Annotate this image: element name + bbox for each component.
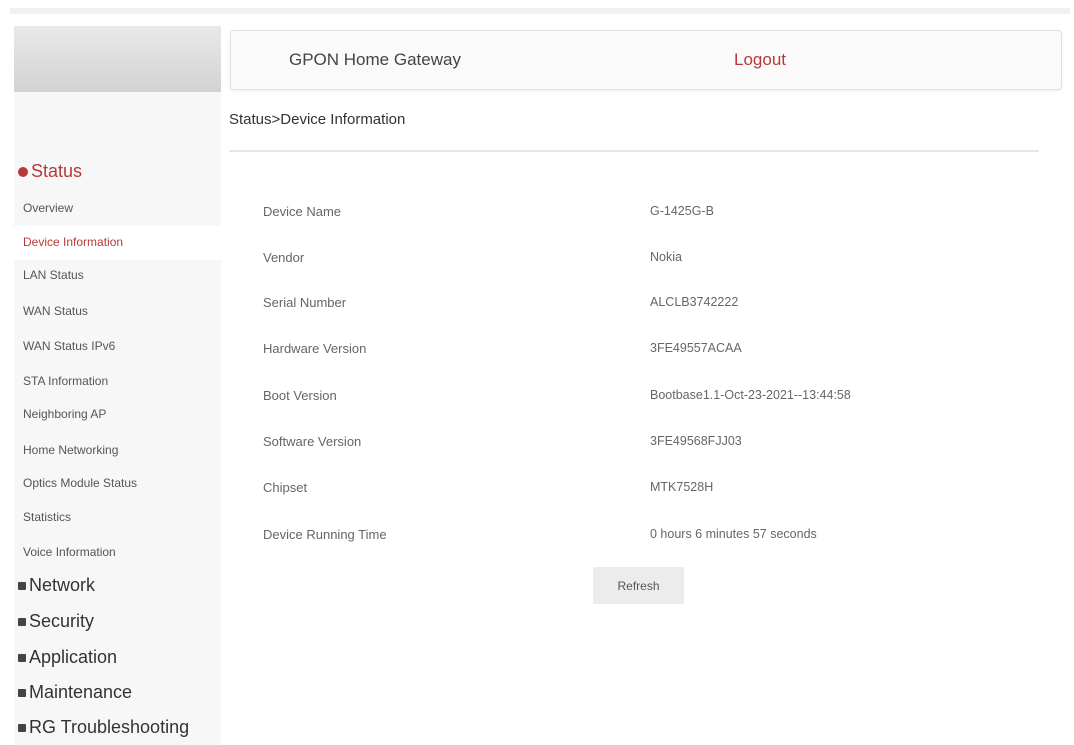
nav-group-label: Security — [29, 611, 95, 631]
device-name-label: Device Name — [263, 204, 342, 219]
vendor-label: Vendor — [263, 250, 305, 265]
expanded-bullet-icon — [18, 166, 28, 177]
collapsed-bullet-icon — [18, 581, 26, 590]
nav-group-security[interactable]: Security — [18, 611, 94, 632]
sidebar-item-lan-status[interactable]: LAN Status — [23, 268, 84, 282]
logo-area — [14, 26, 221, 92]
sidebar-item-voice-information[interactable]: Voice Information — [23, 545, 116, 559]
sidebar-item-neighboring-ap[interactable]: Neighboring AP — [23, 407, 106, 421]
header-bar: GPON Home Gateway Logout — [230, 30, 1062, 90]
collapsed-bullet-icon — [18, 723, 26, 732]
sidebar-item-home-networking[interactable]: Home Networking — [23, 443, 118, 457]
boot-version-label: Boot Version — [263, 388, 337, 403]
nav-group-status[interactable]: Status — [18, 161, 82, 182]
hardware-version-label: Hardware Version — [263, 341, 367, 356]
nav-group-label: RG Troubleshooting — [29, 717, 190, 737]
serial-number-value: ALCLB3742222 — [650, 295, 739, 309]
divider — [229, 150, 1039, 152]
collapsed-bullet-icon — [18, 617, 26, 626]
logout-link[interactable]: Logout — [734, 50, 786, 70]
sidebar-item-optics-module-status[interactable]: Optics Module Status — [23, 476, 137, 490]
top-strip — [10, 8, 1070, 14]
device-running-time-label: Device Running Time — [263, 527, 387, 542]
nav-group-label: Maintenance — [29, 682, 133, 702]
boot-version-value: Bootbase1.1-Oct-23-2021--13:44:58 — [650, 388, 851, 402]
chipset-label: Chipset — [263, 480, 308, 495]
sidebar-item-sta-information[interactable]: STA Information — [23, 374, 108, 388]
collapsed-bullet-icon — [18, 653, 26, 662]
nav-group-network[interactable]: Network — [18, 575, 95, 596]
hardware-version-value: 3FE49557ACAA — [650, 341, 742, 355]
vendor-value: Nokia — [650, 250, 682, 264]
nav-group-maintenance[interactable]: Maintenance — [18, 682, 132, 703]
device-name-value: G-1425G-B — [650, 204, 714, 218]
nav-group-application[interactable]: Application — [18, 647, 117, 668]
sidebar-item-overview[interactable]: Overview — [23, 201, 73, 215]
collapsed-bullet-icon — [18, 688, 26, 697]
software-version-value: 3FE49568FJJ03 — [650, 434, 742, 448]
app-title: GPON Home Gateway — [289, 50, 461, 69]
nav-group-rg-troubleshooting[interactable]: RG Troubleshooting — [18, 717, 189, 738]
refresh-button[interactable]: Refresh — [593, 567, 684, 604]
chipset-value: MTK7528H — [650, 480, 714, 494]
sidebar-item-wan-status-ipv6[interactable]: WAN Status IPv6 — [23, 339, 115, 353]
sidebar-item-wan-status[interactable]: WAN Status — [23, 304, 88, 318]
breadcrumb: Status>Device Information — [229, 111, 406, 128]
nav-group-label: Network — [29, 575, 96, 595]
serial-number-label: Serial Number — [263, 295, 347, 310]
sidebar-item-statistics[interactable]: Statistics — [23, 510, 71, 524]
nav-group-label: Status — [31, 161, 83, 181]
device-running-time-value: 0 hours 6 minutes 57 seconds — [650, 527, 817, 541]
software-version-label: Software Version — [263, 434, 362, 449]
sidebar-item-device-information[interactable]: Device Information — [23, 235, 123, 249]
nav-group-label: Application — [29, 647, 118, 667]
